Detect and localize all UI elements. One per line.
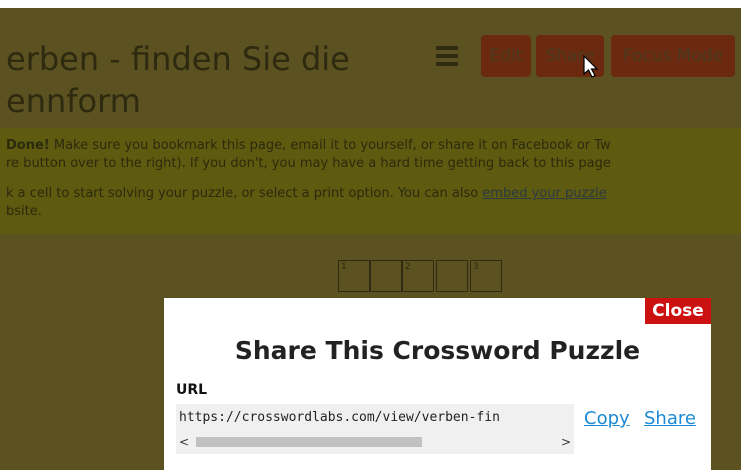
grid-cell[interactable]: 3 (470, 260, 502, 292)
copy-link[interactable]: Copy (584, 408, 630, 429)
url-field[interactable]: https://crosswordlabs.com/view/verben-fi… (176, 404, 574, 454)
puzzle-title-line2: ennform (6, 82, 141, 120)
notice-line3: k a cell to start solving your puzzle, o… (6, 186, 607, 201)
url-value[interactable]: https://crosswordlabs.com/view/verben-fi… (179, 410, 500, 425)
crossword-grid[interactable]: 1 2 3 (338, 260, 502, 300)
done-notice: Done! Make sure you bookmark this page, … (0, 128, 741, 234)
embed-puzzle-link[interactable]: embed your puzzle (482, 186, 606, 201)
puzzle-title-line1: erben - finden Sie die (6, 40, 350, 78)
notice-text3: k a cell to start solving your puzzle, o… (6, 186, 483, 201)
mouse-cursor-icon (583, 55, 599, 78)
url-label: URL (176, 382, 208, 398)
share-link[interactable]: Share (644, 408, 696, 429)
edit-button[interactable]: Edit (481, 35, 531, 77)
grid-cell[interactable]: 1 (338, 260, 370, 292)
focus-mode-button[interactable]: Focus Mode (611, 35, 735, 77)
notice-text1: Make sure you bookmark this page, email … (49, 138, 611, 153)
notice-line2: re button over to the right). If you don… (6, 156, 611, 171)
close-button[interactable]: Close (645, 298, 711, 324)
modal-title: Share This Crossword Puzzle (234, 336, 641, 365)
notice-line4: bsite. (6, 204, 42, 219)
browser-edge (0, 0, 741, 8)
grid-cell[interactable]: 2 (402, 260, 434, 292)
notice-bold: Done! (6, 138, 50, 153)
hamburger-menu-icon[interactable] (436, 46, 458, 66)
share-modal: Close Share This Crossword Puzzle URL ht… (164, 298, 711, 470)
grid-cell[interactable] (436, 260, 468, 292)
scrollbar-thumb[interactable] (196, 437, 422, 447)
horizontal-scrollbar[interactable]: < > (176, 434, 574, 450)
grid-cell[interactable] (370, 260, 402, 292)
scroll-right-icon[interactable]: > (558, 434, 574, 450)
scroll-left-icon[interactable]: < (176, 434, 192, 450)
notice-line1: Done! Make sure you bookmark this page, … (6, 138, 611, 153)
